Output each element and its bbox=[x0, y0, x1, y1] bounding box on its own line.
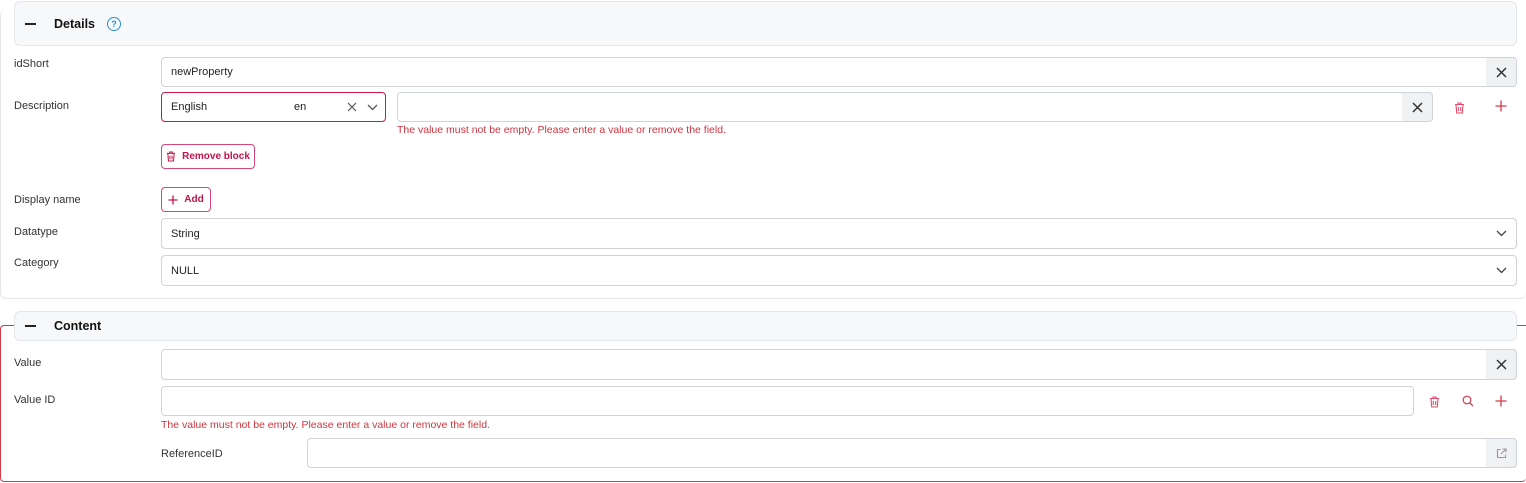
plus-icon bbox=[1495, 100, 1507, 112]
section-title: Details bbox=[54, 16, 95, 31]
description-error-text: The value must not be empty. Please ente… bbox=[397, 124, 726, 136]
value-id-label: Value ID bbox=[14, 394, 56, 406]
value-id-error-text: The value must not be empty. Please ente… bbox=[161, 419, 490, 431]
add-label: Add bbox=[184, 194, 204, 205]
description-label: Description bbox=[14, 100, 70, 112]
trash-icon bbox=[1429, 396, 1439, 408]
value-clear-button[interactable] bbox=[1486, 349, 1517, 380]
details-header[interactable]: Details ? bbox=[14, 1, 1517, 46]
language-name: English bbox=[171, 101, 208, 113]
category-value: NULL bbox=[171, 264, 200, 277]
section-title: Content bbox=[54, 319, 102, 333]
display-name-add-button[interactable]: Add bbox=[161, 187, 211, 212]
display-name-label: Display name bbox=[14, 194, 81, 206]
value-input[interactable] bbox=[161, 349, 1487, 380]
content-header[interactable]: Content bbox=[14, 311, 1517, 341]
plus-icon bbox=[1495, 395, 1507, 407]
value-id-delete-button[interactable] bbox=[1425, 393, 1443, 411]
clear-icon bbox=[1495, 66, 1507, 78]
trash-icon bbox=[167, 151, 176, 162]
remove-block-label: Remove block bbox=[182, 151, 250, 162]
reference-id-open-button[interactable] bbox=[1486, 438, 1517, 468]
description-clear-button[interactable] bbox=[1402, 92, 1433, 122]
category-select[interactable]: NULL bbox=[161, 255, 1517, 286]
collapse-icon[interactable] bbox=[25, 22, 36, 25]
chevron-down-icon bbox=[1496, 267, 1507, 274]
description-add-button[interactable] bbox=[1492, 97, 1510, 115]
value-id-input[interactable] bbox=[161, 386, 1414, 416]
idshort-input[interactable]: newProperty bbox=[161, 57, 1487, 87]
clear-icon[interactable] bbox=[347, 102, 357, 112]
language-select[interactable]: English en bbox=[161, 92, 386, 122]
reference-id-label: ReferenceID bbox=[161, 448, 223, 460]
chevron-down-icon bbox=[1496, 230, 1507, 237]
idshort-label: idShort bbox=[14, 58, 49, 70]
value-label: Value bbox=[14, 357, 42, 369]
value-id-search-button[interactable] bbox=[1459, 392, 1477, 410]
plus-icon bbox=[168, 195, 178, 204]
clear-icon bbox=[1411, 101, 1423, 113]
clear-icon bbox=[1495, 359, 1507, 370]
remove-block-button[interactable]: Remove block bbox=[161, 144, 255, 169]
reference-id-input[interactable] bbox=[307, 438, 1487, 468]
datatype-value: String bbox=[171, 227, 200, 240]
value-id-add-button[interactable] bbox=[1492, 392, 1510, 410]
trash-icon bbox=[1454, 102, 1464, 114]
description-text-input[interactable] bbox=[397, 92, 1403, 122]
help-icon[interactable]: ? bbox=[107, 16, 121, 31]
chevron-down-icon[interactable] bbox=[367, 104, 378, 111]
description-delete-button[interactable] bbox=[1450, 99, 1468, 117]
datatype-label: Datatype bbox=[14, 226, 59, 238]
category-label: Category bbox=[14, 257, 59, 269]
collapse-icon[interactable] bbox=[25, 325, 36, 327]
idshort-clear-button[interactable] bbox=[1486, 57, 1517, 87]
external-link-icon bbox=[1496, 447, 1507, 458]
language-code: en bbox=[294, 101, 307, 113]
datatype-select[interactable]: String bbox=[161, 218, 1517, 249]
search-icon bbox=[1462, 395, 1474, 407]
